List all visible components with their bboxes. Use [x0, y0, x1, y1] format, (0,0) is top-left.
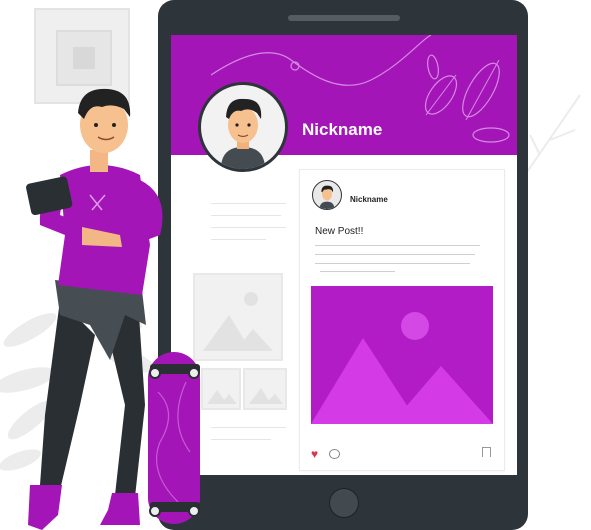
placeholder-line [211, 439, 271, 440]
bookmark-icon[interactable] [482, 447, 491, 457]
comment-icon[interactable] [329, 449, 340, 459]
placeholder-line [211, 227, 286, 228]
placeholder-line [211, 203, 286, 204]
post-text-line [315, 245, 480, 246]
profile-avatar[interactable] [198, 82, 288, 172]
gallery-thumbnail[interactable] [243, 368, 287, 410]
post-text-line [315, 254, 475, 255]
heart-icon[interactable]: ♥ [311, 447, 318, 461]
post-card: Nickname New Post!! ♥ [299, 169, 505, 471]
skateboard-illustration [148, 352, 200, 524]
profile-nickname: Nickname [302, 120, 383, 139]
tablet-screen: Nickname Nickname New Post!! ♥ [171, 35, 517, 475]
post-author-avatar[interactable] [312, 180, 342, 210]
tablet-device: Nickname Nickname New Post!! ♥ [158, 0, 528, 530]
branch-decoration [524, 94, 581, 176]
post-text-line [320, 271, 395, 272]
placeholder-line [211, 427, 286, 428]
tablet-speaker [288, 15, 400, 21]
post-text-line [315, 263, 470, 264]
post-author-name[interactable]: Nickname [350, 195, 388, 204]
tablet-home-button[interactable] [329, 488, 359, 518]
placeholder-line [211, 215, 281, 216]
placeholder-line [211, 239, 266, 240]
post-image[interactable] [311, 286, 493, 424]
post-text: New Post!! [315, 226, 364, 237]
